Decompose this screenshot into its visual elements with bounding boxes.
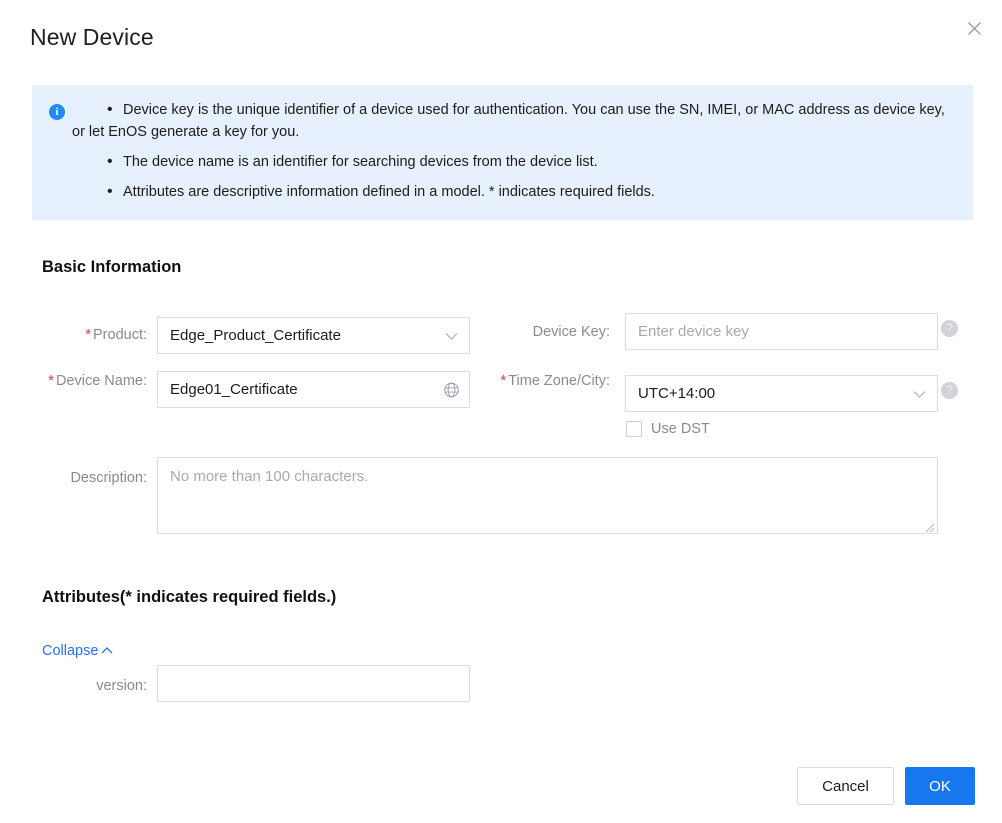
bullet-marker: • [107,153,113,170]
use-dst-label: Use DST [651,421,710,437]
ok-button[interactable]: OK [905,767,975,805]
time-zone-help-icon[interactable]: ? [941,382,958,399]
info-banner-item-text: Device key is the unique identifier of a… [72,102,945,140]
product-label-text: Product: [93,327,147,343]
chevron-down-icon [913,385,926,402]
required-marker: * [48,373,54,389]
product-label: * Product: [42,325,147,345]
time-zone-label: * Time Zone/City: [490,371,610,391]
time-zone-select[interactable]: UTC+14:00 [625,375,938,412]
device-name-input[interactable] [157,371,470,408]
info-banner-item-text: Attributes are descriptive information d… [123,184,655,200]
description-field-wrap [157,457,938,534]
required-marker: * [85,327,91,343]
info-banner-item: • The device name is an identifier for s… [32,151,951,173]
info-banner: i • Device key is the unique identifier … [32,85,973,220]
use-dst-checkbox-row[interactable]: Use DST [626,421,710,437]
device-key-input[interactable] [625,313,938,350]
description-textarea[interactable] [157,457,938,534]
attributes-heading: Attributes(* indicates required fields.) [42,588,337,606]
version-label: version: [96,678,147,694]
close-icon[interactable] [960,14,988,42]
version-input[interactable] [157,665,470,702]
chevron-down-icon [445,327,458,344]
time-zone-label-text: Time Zone/City: [508,373,610,389]
globe-translate-icon[interactable] [443,381,460,398]
product-select-value: Edge_Product_Certificate [170,327,341,344]
device-name-field-wrap [157,371,470,408]
device-key-help-icon[interactable]: ? [941,320,958,337]
product-select[interactable]: Edge_Product_Certificate [157,317,470,354]
collapse-label: Collapse [42,643,99,659]
bullet-marker: • [107,183,113,200]
info-banner-item-text: The device name is an identifier for sea… [123,154,598,170]
description-label: Description: [70,470,147,486]
info-banner-list: • Device key is the unique identifier of… [32,99,973,203]
page-title: New Device [30,24,154,50]
chevron-up-icon [101,643,113,659]
basic-information-heading: Basic Information [42,258,182,276]
device-key-label: Device Key: [532,324,610,340]
required-marker: * [500,373,507,389]
time-zone-select-value: UTC+14:00 [638,385,716,402]
device-name-label: * Device Name: [42,371,147,391]
info-banner-item: • Attributes are descriptive information… [32,181,951,203]
collapse-toggle[interactable]: Collapse [42,643,113,659]
device-name-label-text: Device Name: [55,373,147,389]
use-dst-checkbox[interactable] [626,421,642,437]
info-banner-item: • Device key is the unique identifier of… [32,99,951,143]
cancel-button[interactable]: Cancel [797,767,894,805]
bullet-marker: • [107,101,113,118]
new-device-dialog: New Device i • Device key is the unique … [0,0,1002,823]
